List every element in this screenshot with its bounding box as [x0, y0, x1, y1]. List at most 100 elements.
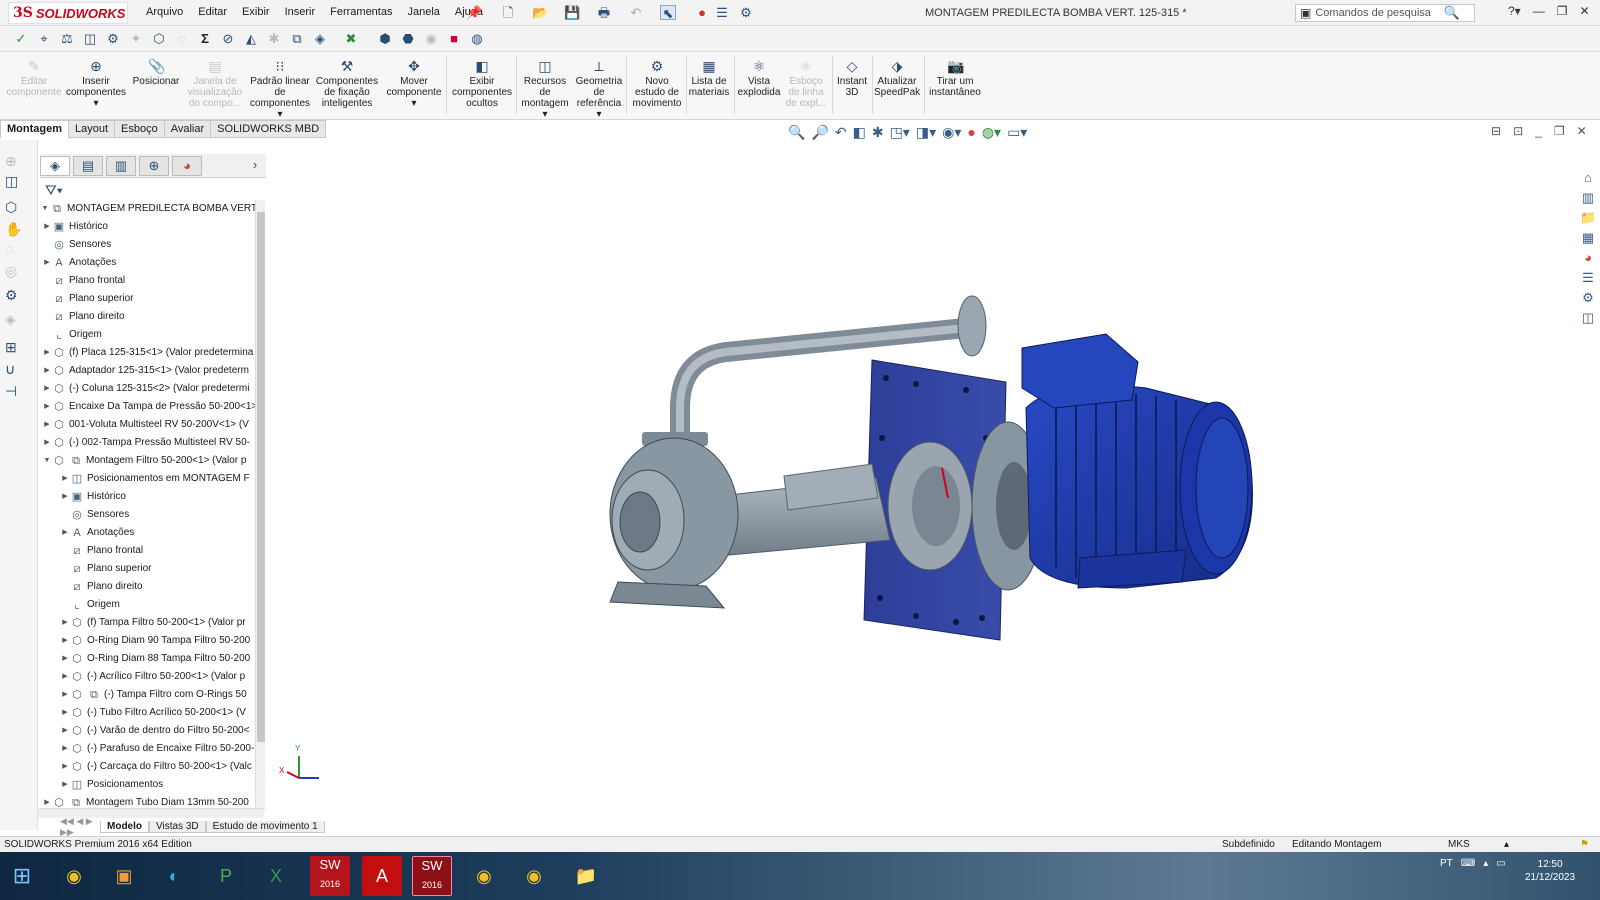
- tree-item[interactable]: ▶ ◫ Posicionamentos em MONTAGEM F: [60, 470, 249, 488]
- tree-item[interactable]: ▼ ⬡ ⧉ Montagem Filtro 50-200<1> (Valor p: [42, 452, 247, 470]
- exploded-view-button[interactable]: ⚛ Vista explodida: [736, 58, 782, 98]
- featuremanager-tab-icon[interactable]: ◈: [40, 156, 70, 176]
- instant3d-button[interactable]: ◇ Instant 3D: [834, 58, 870, 98]
- save-icon[interactable]: 💾: [564, 5, 580, 20]
- tree-item[interactable]: ▶ ⬡ Encaixe Da Tampa de Pressão 50-200<1>: [42, 398, 257, 416]
- options-gear-icon[interactable]: ⚙: [738, 5, 754, 20]
- design-library-icon[interactable]: ▥: [1580, 190, 1596, 206]
- assembly-visualization-icon[interactable]: ◈: [311, 30, 329, 48]
- expand-arrow-icon[interactable]: ▶: [60, 470, 70, 488]
- expand-arrow-icon[interactable]: ▶: [60, 740, 70, 758]
- select-pointer-icon[interactable]: ⬉: [660, 5, 676, 21]
- chrome-icon[interactable]: ◉: [54, 856, 94, 896]
- flow-icon[interactable]: ⬣: [399, 30, 417, 48]
- expand-arrow-icon[interactable]: ▶: [60, 776, 70, 794]
- tab-navigation-arrows-icon[interactable]: ◀◀ ◀ ▶ ▶▶: [60, 816, 100, 838]
- viewport-split-icon[interactable]: ⊟: [1491, 124, 1501, 138]
- tab-montagem[interactable]: Montagem: [0, 120, 69, 138]
- symmetry-check-icon[interactable]: ✱: [265, 30, 283, 48]
- expand-arrow-icon[interactable]: ▶: [42, 434, 52, 452]
- mate-button[interactable]: 📎 Posicionar: [132, 58, 180, 87]
- tab-vistas-3d[interactable]: Vistas 3D: [149, 821, 206, 833]
- tree-item[interactable]: ▶ ⬡ (-) Varão de dentro do Filtro 50-200<: [60, 722, 249, 740]
- addin-icon[interactable]: ◍: [468, 30, 486, 48]
- keyboard-icon[interactable]: ⌨: [1461, 858, 1475, 869]
- expand-arrow-icon[interactable]: ▶: [42, 380, 52, 398]
- strip-tool-1-icon[interactable]: ⊕: [5, 152, 25, 170]
- explode-line-sketch-button[interactable]: ⚛ Esboço de linha de expl...: [784, 58, 828, 109]
- file-explorer-icon[interactable]: 📁: [1580, 210, 1596, 226]
- measure-icon[interactable]: ⌖: [35, 30, 53, 48]
- acrobat-icon[interactable]: A: [362, 856, 402, 896]
- expand-arrow-icon[interactable]: ▶: [60, 632, 70, 650]
- reference-geometry-button[interactable]: ⟂ Geometria de referência ▾: [574, 58, 624, 120]
- language-indicator[interactable]: PT: [1440, 858, 1453, 869]
- expand-arrow-icon[interactable]: ▶: [60, 686, 70, 704]
- edge-icon[interactable]: ◐: [154, 856, 194, 896]
- electric-motor[interactable]: [1021, 333, 1253, 589]
- tree-item[interactable]: ▶ ⬡ 001-Voluta Multisteel RV 50-200V<1> (V: [42, 416, 249, 434]
- tree-item[interactable]: ⧄ Plano frontal: [60, 542, 144, 560]
- viewport-restore-icon[interactable]: ❐: [1554, 124, 1565, 138]
- pin-menu-icon[interactable]: 📌: [466, 5, 482, 20]
- tree-item[interactable]: ▶ ▣ Histórico: [42, 218, 108, 236]
- tree-item[interactable]: ◎ Sensores: [42, 236, 111, 254]
- rebuild-icon[interactable]: ●: [694, 5, 710, 20]
- viewport-close-icon[interactable]: ✕: [1577, 124, 1587, 138]
- help-icon[interactable]: ?▾: [1508, 4, 1521, 18]
- undo-icon[interactable]: ↶: [628, 5, 644, 20]
- copy-icon[interactable]: ⧉: [288, 30, 306, 48]
- displaymanager-tab-icon[interactable]: ◕: [172, 156, 202, 176]
- tree-item[interactable]: ⌞ Origem: [60, 596, 119, 614]
- tree-item[interactable]: ▶ ⬡ (-) Tubo Filtro Acrílico 50-200<1> (V: [60, 704, 246, 722]
- performance-evaluation-icon[interactable]: ✖: [342, 30, 360, 48]
- tree-item[interactable]: ▶ ◫ Posicionamentos: [60, 776, 163, 794]
- expand-arrow-icon[interactable]: ▶: [60, 722, 70, 740]
- tree-item[interactable]: ▶ ⬡ O-Ring Diam 90 Tampa Filtro 50-200: [60, 632, 250, 650]
- expand-arrow-icon[interactable]: ▶: [60, 614, 70, 632]
- tree-item[interactable]: ▶ ⬡ (-) Coluna 125-315<2> (Valor predeterm…: [42, 380, 249, 398]
- chrome-second-icon[interactable]: ◉: [514, 856, 554, 896]
- tab-modelo[interactable]: Modelo: [100, 821, 149, 833]
- tree-item[interactable]: ⧄ Plano direito: [42, 308, 125, 326]
- custom-properties-icon[interactable]: ☰: [1580, 270, 1596, 286]
- configurationmanager-tab-icon[interactable]: ▥: [106, 156, 136, 176]
- spell-check-icon[interactable]: ✓: [12, 30, 30, 48]
- motion-icon[interactable]: ◉: [422, 30, 440, 48]
- new-document-icon[interactable]: 🗋: [500, 5, 516, 20]
- file-explorer-taskbar-icon[interactable]: 📁: [566, 856, 606, 896]
- units-dropdown-icon[interactable]: ▴: [1504, 837, 1509, 852]
- unit-system[interactable]: MKS: [1448, 837, 1470, 852]
- assembly-model-render[interactable]: [266, 138, 1578, 836]
- simulation-icon[interactable]: ⬢: [376, 30, 394, 48]
- strip-tool-9-icon[interactable]: ⊞: [5, 338, 25, 356]
- menu-exibir[interactable]: Exibir: [242, 6, 270, 18]
- strip-tool-2-icon[interactable]: ◫: [5, 172, 25, 190]
- expand-arrow-icon[interactable]: ▶: [60, 650, 70, 668]
- tab-avaliar[interactable]: Avaliar: [164, 120, 212, 138]
- tree-item[interactable]: ◎ Sensores: [60, 506, 129, 524]
- tree-item[interactable]: ▶ ⬡ Adaptador 125-315<1> (Valor predeterm: [42, 362, 249, 380]
- collapse-arrow-icon[interactable]: ▼: [40, 200, 50, 218]
- strip-tool-11-icon[interactable]: ⊣: [5, 382, 25, 400]
- insert-components-button[interactable]: ⊕ Inserir componentes ▾: [66, 58, 126, 109]
- expand-arrow-icon[interactable]: ▶: [42, 254, 52, 272]
- chrome-profile-icon[interactable]: ◉: [464, 856, 504, 896]
- tree-item[interactable]: ▶ ⬡ (f) Placa 125-315<1> (Valor predetermi…: [42, 344, 253, 362]
- search-icon[interactable]: 🔍: [1444, 5, 1460, 21]
- solidworks-logo[interactable]: 3S SOLIDWORKS: [8, 2, 128, 24]
- open-document-icon[interactable]: 📂: [532, 5, 548, 20]
- tree-vertical-scrollbar[interactable]: [255, 200, 265, 812]
- expand-arrow-icon[interactable]: ▶: [60, 668, 70, 686]
- propertymanager-tab-icon[interactable]: ▤: [73, 156, 103, 176]
- collapse-arrow-icon[interactable]: ▼: [42, 452, 52, 470]
- search-commands-field[interactable]: ▣ Comandos de pesquisa 🔍: [1295, 4, 1475, 22]
- expand-arrow-icon[interactable]: ▶: [60, 758, 70, 776]
- tray-expand-icon[interactable]: ▴: [1483, 858, 1488, 869]
- expand-arrow-icon[interactable]: ▶: [42, 416, 52, 434]
- equations-sigma-icon[interactable]: Σ: [196, 30, 214, 48]
- file-properties-icon[interactable]: ☰: [714, 5, 730, 20]
- scrollbar-thumb[interactable]: [257, 212, 265, 742]
- viewport-tile-icon[interactable]: ⊡: [1513, 124, 1523, 138]
- expand-arrow-icon[interactable]: ▶: [60, 488, 70, 506]
